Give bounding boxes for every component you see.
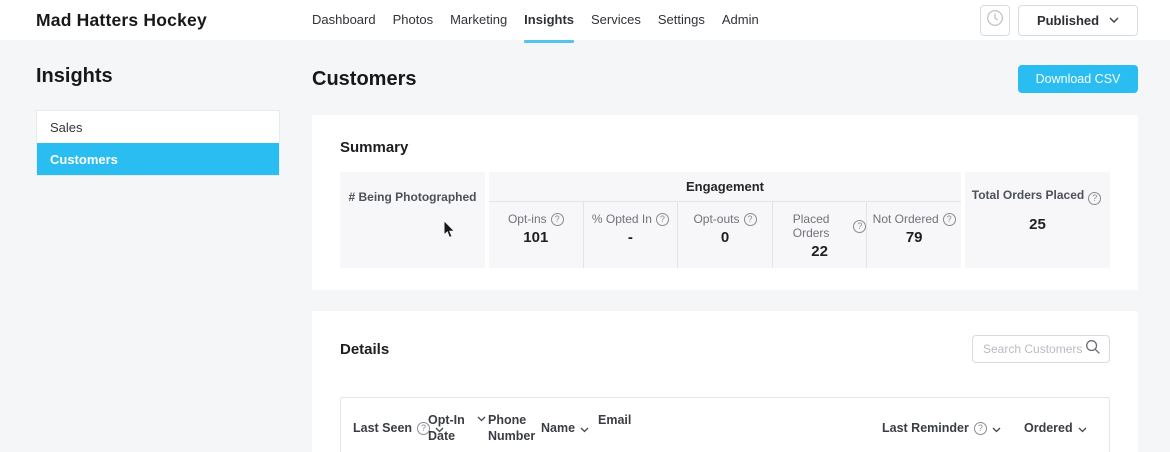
nav-item-dashboard[interactable]: Dashboard	[312, 0, 376, 40]
nav-item-marketing[interactable]: Marketing	[450, 0, 507, 40]
help-icon[interactable]: ?	[656, 213, 669, 226]
chevron-down-icon	[1109, 17, 1119, 23]
metric-label: % Opted In	[592, 212, 652, 226]
search-customers-input[interactable]	[983, 342, 1085, 356]
help-icon[interactable]: ?	[943, 213, 956, 226]
engagement-group: Engagement Opt-ins ? 101 % Opted In	[489, 172, 961, 268]
engagement-label: Engagement	[489, 172, 961, 202]
customers-table-header: Last Seen ? Opt-In Date Phone Number	[341, 398, 1109, 445]
column-header-name[interactable]: Name	[541, 412, 598, 445]
summary-card: Summary # Being Photographed Engagement …	[312, 115, 1138, 290]
published-label: Published	[1037, 13, 1099, 28]
total-orders-label: Total Orders Placed	[972, 188, 1084, 202]
page-layout: Insights Sales Customers Customers Downl…	[0, 40, 1170, 452]
customer-search	[972, 335, 1110, 363]
details-heading: Details	[340, 341, 389, 358]
nav-item-photos[interactable]: Photos	[393, 0, 433, 40]
summary-table: # Being Photographed Engagement Opt-ins …	[340, 172, 1110, 268]
main-header: Customers Download CSV	[312, 64, 1138, 94]
sort-chevron-icon	[580, 427, 589, 433]
details-header: Details	[340, 335, 1110, 363]
main-nav: Dashboard Photos Marketing Insights Serv…	[312, 0, 759, 40]
metric-value: 0	[678, 229, 772, 246]
main-content: Customers Download CSV Summary # Being P…	[312, 40, 1138, 452]
being-photographed-label: # Being Photographed	[340, 190, 485, 204]
column-header-ordered[interactable]: Ordered	[1024, 412, 1097, 445]
help-icon[interactable]: ?	[1088, 192, 1101, 205]
details-card: Details Last Seen ?	[312, 311, 1138, 452]
total-orders-value: 25	[965, 216, 1110, 233]
metric-opt-outs: Opt-outs ? 0	[677, 202, 772, 268]
metric-value: 79	[867, 229, 961, 246]
metric-label: Placed Orders	[773, 212, 850, 240]
nav-item-settings[interactable]: Settings	[658, 0, 705, 40]
metric-not-ordered: Not Ordered ? 79	[866, 202, 961, 268]
search-icon[interactable]	[1085, 339, 1101, 360]
sidebar-menu: Sales Customers	[36, 110, 280, 176]
column-header-email: Email	[598, 412, 882, 445]
customers-table: Last Seen ? Opt-In Date Phone Number	[340, 397, 1110, 452]
column-header-opt-in-date[interactable]: Opt-In Date	[428, 412, 488, 445]
engagement-metrics: Opt-ins ? 101 % Opted In ? -	[489, 202, 961, 268]
metric-value: 22	[773, 243, 867, 260]
metric-placed-orders: Placed Orders ? 22	[772, 202, 867, 268]
help-icon[interactable]: ?	[853, 220, 866, 233]
column-header-last-reminder[interactable]: Last Reminder ?	[882, 412, 1024, 445]
sort-chevron-icon	[477, 416, 486, 422]
metric-label: Not Ordered	[873, 212, 939, 226]
metric-opt-ins: Opt-ins ? 101	[489, 202, 583, 268]
nav-item-services[interactable]: Services	[591, 0, 641, 40]
nav-item-insights[interactable]: Insights	[524, 0, 574, 40]
download-csv-button[interactable]: Download CSV	[1018, 65, 1138, 93]
brand-title: Mad Hatters Hockey	[36, 10, 312, 31]
published-dropdown[interactable]: Published	[1018, 5, 1138, 36]
topbar-right-controls: Published	[980, 5, 1138, 36]
summary-heading: Summary	[340, 139, 1110, 156]
page-title: Customers	[312, 68, 416, 91]
help-icon[interactable]: ?	[744, 213, 757, 226]
metric-label: Opt-ins	[508, 212, 547, 226]
help-icon[interactable]: ?	[551, 213, 564, 226]
metric-pct-opted-in: % Opted In ? -	[583, 202, 678, 268]
metric-value: -	[584, 229, 678, 246]
column-header-phone-number: Phone Number	[488, 412, 541, 445]
sidebar-title: Insights	[36, 65, 280, 88]
history-clock-button[interactable]	[980, 5, 1010, 36]
help-icon[interactable]: ?	[974, 422, 987, 435]
column-header-last-seen[interactable]: Last Seen ?	[353, 412, 428, 445]
sidebar-item-sales[interactable]: Sales	[37, 111, 279, 143]
nav-item-admin[interactable]: Admin	[722, 0, 759, 40]
total-orders-column: Total Orders Placed? 25	[965, 172, 1110, 268]
top-bar: Mad Hatters Hockey Dashboard Photos Mark…	[0, 0, 1170, 40]
insights-sidebar: Insights Sales Customers	[0, 40, 280, 452]
clock-icon	[986, 9, 1004, 32]
being-photographed-column: # Being Photographed	[340, 172, 485, 268]
sort-chevron-icon	[1078, 427, 1087, 433]
sort-chevron-icon	[992, 427, 1001, 433]
metric-value: 101	[489, 229, 583, 246]
sidebar-item-customers[interactable]: Customers	[37, 143, 279, 175]
metric-label: Opt-outs	[693, 212, 739, 226]
